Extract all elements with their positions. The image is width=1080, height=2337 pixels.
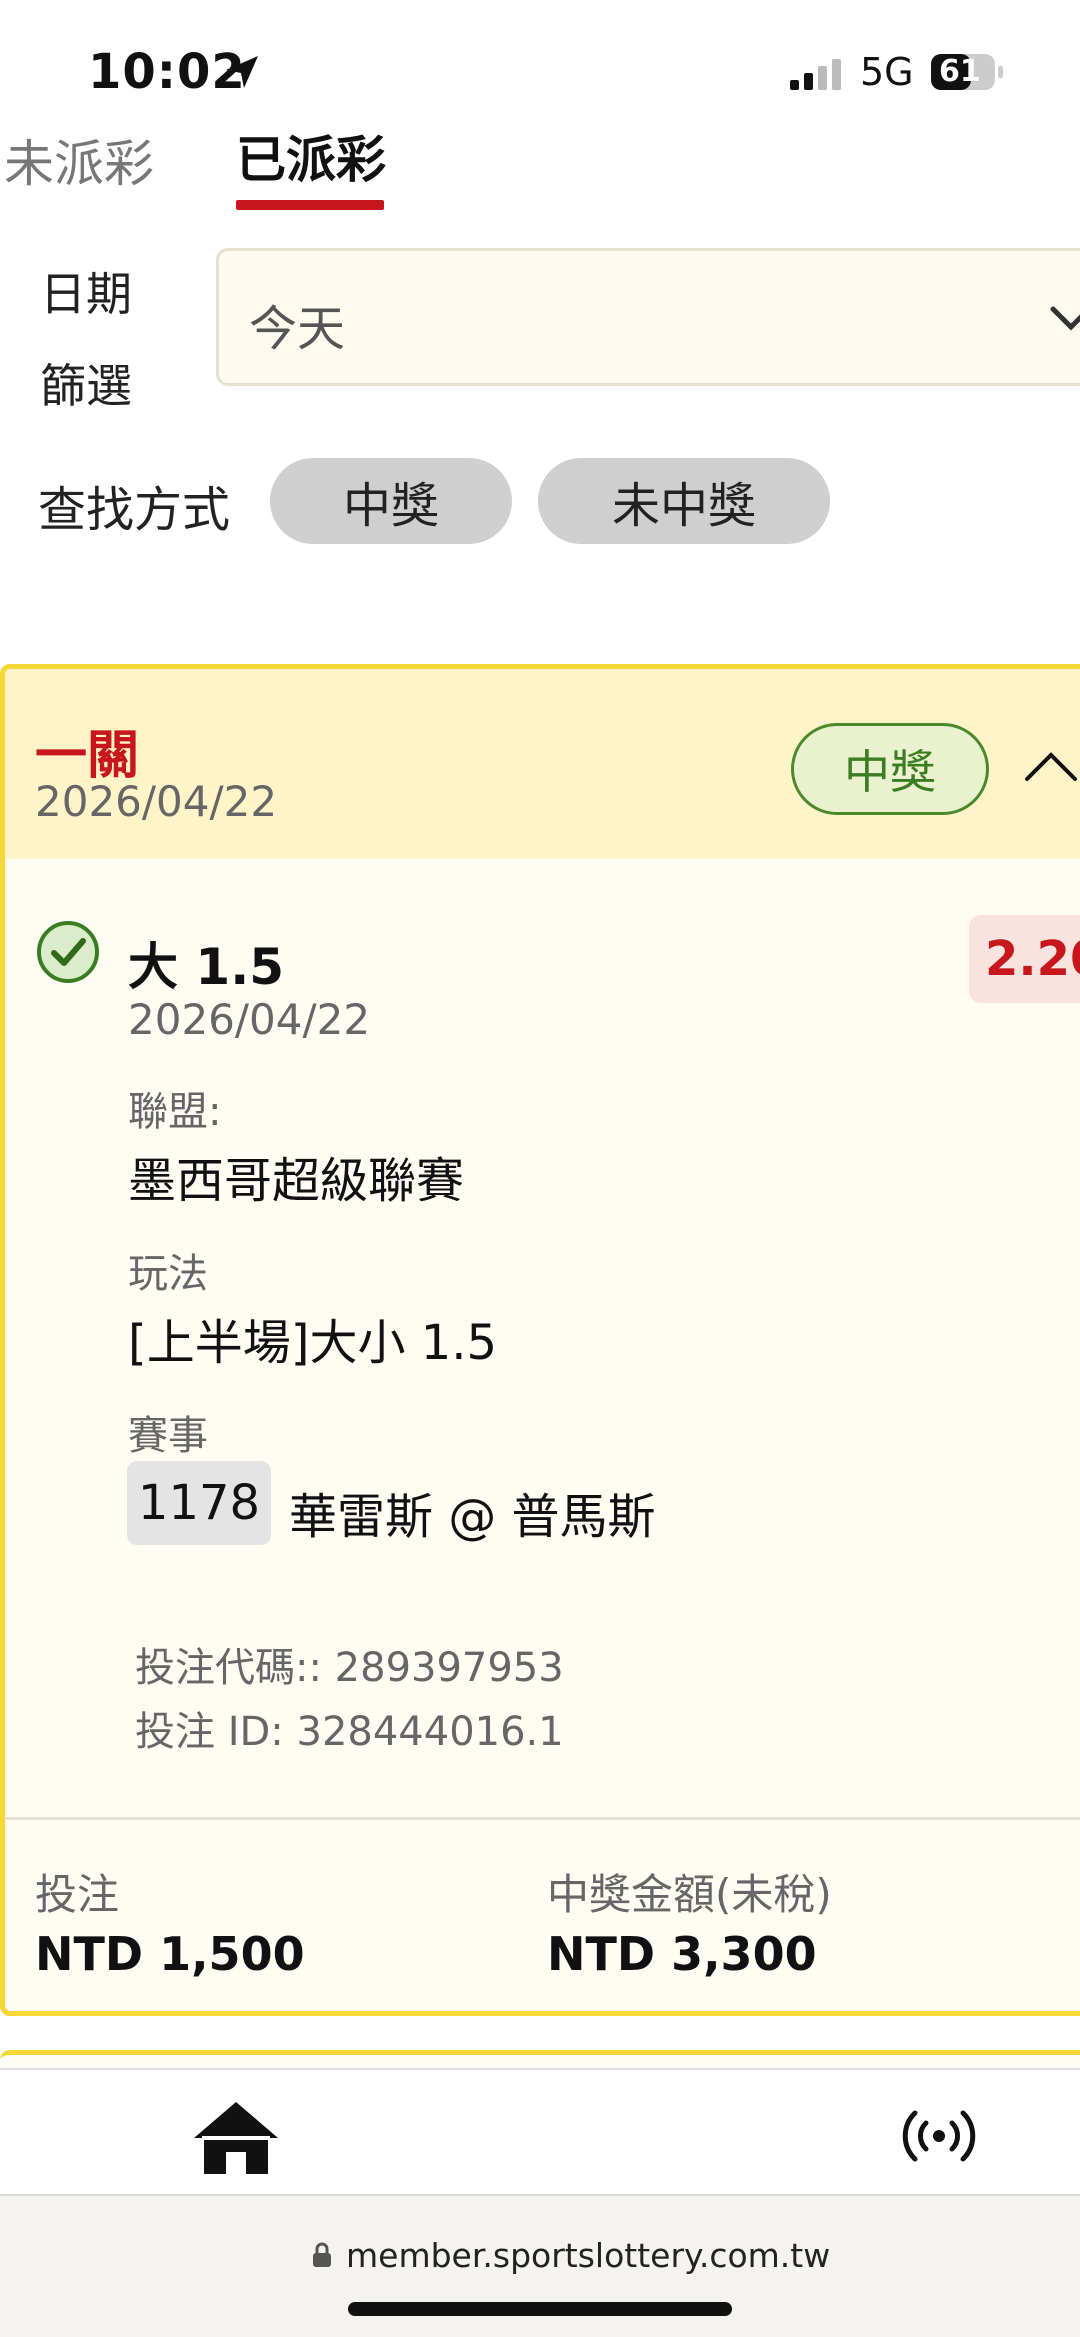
date-filter-label: 日期篩選: [40, 267, 132, 413]
match-label: 賽事: [128, 1413, 208, 1459]
network-type: 5G: [860, 50, 914, 94]
bet-card-header[interactable]: 一關 2026/04/22 中獎: [5, 669, 1080, 859]
match-teams: 華雷斯 @ 普馬斯: [289, 1489, 656, 1545]
stake-amount: NTD 1,500: [35, 1927, 305, 1981]
home-indicator: [348, 2302, 732, 2316]
match-number: 1178: [127, 1461, 271, 1545]
chevron-up-icon[interactable]: [1021, 745, 1080, 785]
home-icon[interactable]: [190, 2098, 282, 2178]
check-circle-icon: [37, 921, 99, 983]
lock-icon: [313, 2242, 331, 2267]
prize-amount: NTD 3,300: [547, 1927, 817, 1981]
live-broadcast-icon[interactable]: [902, 2106, 976, 2166]
date-filter-select[interactable]: 今天: [216, 248, 1080, 386]
browser-address-bar[interactable]: member.sportslottery.com.tw: [0, 2194, 1080, 2337]
bet-id: 投注 ID: 328444016.1: [135, 1709, 564, 1755]
prize-label: 中獎金額(未稅): [547, 1870, 832, 1919]
tab-unpaid[interactable]: 未派彩: [4, 124, 154, 196]
chevron-down-icon: [1050, 306, 1080, 331]
play-type-label: 玩法: [128, 1251, 208, 1297]
bottom-nav: [0, 2068, 1080, 2194]
url-text: member.sportslottery.com.tw: [346, 2236, 831, 2275]
selection-name: 大 1.5: [128, 938, 284, 996]
filter-won-button[interactable]: 中獎: [270, 458, 512, 544]
league-value: 墨西哥超級聯賽: [128, 1153, 465, 1209]
bet-date: 2026/04/22: [35, 777, 278, 826]
selection-date: 2026/04/22: [128, 995, 371, 1044]
bet-code: 投注代碼:: 289397953: [135, 1645, 564, 1691]
odds-badge: 2.20: [969, 915, 1080, 1003]
stake-label: 投注: [35, 1870, 120, 1919]
filter-lost-button[interactable]: 未中獎: [538, 458, 830, 544]
battery-level: 61: [939, 54, 981, 89]
location-arrow-icon: [226, 56, 258, 88]
play-type-value: [上半場]大小 1.5: [128, 1315, 498, 1371]
divider: [5, 1817, 1080, 1820]
league-label: 聯盟:: [128, 1089, 222, 1135]
cellular-signal-icon: [790, 59, 841, 90]
bet-card: 一關 2026/04/22 中獎 大 1.5 2026/04/22 2.20 聯…: [0, 664, 1080, 2016]
status-badge: 中獎: [791, 723, 989, 815]
search-method-label: 查找方式: [38, 482, 231, 538]
battery-icon: 61: [930, 52, 1006, 92]
tab-paid[interactable]: 已派彩: [236, 120, 386, 192]
date-filter-value: 今天: [249, 301, 346, 357]
active-tab-indicator: [236, 200, 384, 210]
